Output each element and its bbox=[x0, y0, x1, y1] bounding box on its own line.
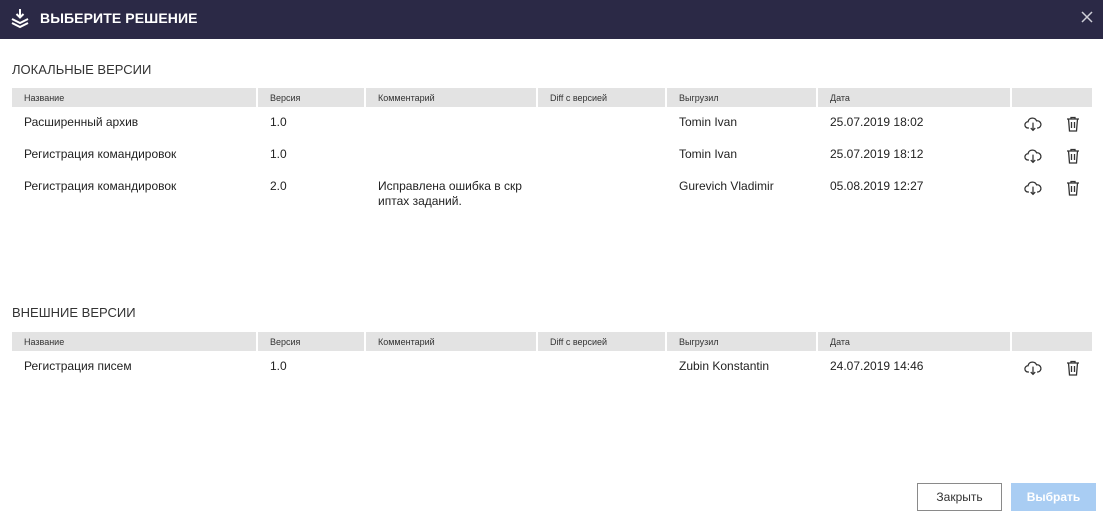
external-versions-table: Название Версия Комментарий Diff с верси… bbox=[12, 332, 1092, 383]
column-header-user[interactable]: Выгрузил bbox=[667, 88, 816, 107]
column-header-date[interactable]: Дата bbox=[818, 88, 1010, 107]
cell-diff bbox=[538, 351, 665, 383]
column-header-version[interactable]: Версия bbox=[258, 332, 364, 351]
cell-version: 1.0 bbox=[270, 115, 287, 129]
row-actions bbox=[1012, 351, 1092, 383]
column-header-diff[interactable]: Diff с версией bbox=[538, 88, 665, 107]
cell-comment bbox=[366, 107, 536, 139]
row-actions bbox=[1012, 139, 1092, 171]
table-header: Название Версия Комментарий Diff с верси… bbox=[12, 332, 1092, 351]
table-row[interactable]: Расширенный архив 1.0 Tomin Ivan 25.07.2… bbox=[12, 107, 1092, 139]
cell-user: Gurevich Vladimir bbox=[679, 179, 774, 193]
cell-user: Zubin Konstantin bbox=[679, 359, 770, 373]
cell-name: Регистрация командировок bbox=[24, 179, 177, 193]
local-versions-title: ЛОКАЛЬНЫЕ ВЕРСИИ bbox=[12, 62, 152, 77]
table-row[interactable]: Регистрация командировок 1.0 Tomin Ivan … bbox=[12, 139, 1092, 171]
table-header: Название Версия Комментарий Diff с верси… bbox=[12, 88, 1092, 107]
select-button[interactable]: Выбрать bbox=[1011, 483, 1096, 511]
cell-diff bbox=[538, 107, 665, 139]
table-row[interactable]: Регистрация писем 1.0 Zubin Konstantin 2… bbox=[12, 351, 1092, 383]
cell-name: Регистрация командировок bbox=[24, 147, 177, 161]
cloud-download-icon[interactable] bbox=[1024, 115, 1042, 133]
column-header-date[interactable]: Дата bbox=[818, 332, 1010, 351]
dialog-titlebar: ВЫБЕРИТЕ РЕШЕНИЕ bbox=[0, 0, 1103, 39]
column-header-comment[interactable]: Комментарий bbox=[366, 88, 536, 107]
trash-icon[interactable] bbox=[1064, 179, 1082, 197]
cell-comment bbox=[366, 139, 536, 171]
column-header-comment[interactable]: Комментарий bbox=[366, 332, 536, 351]
cell-user: Tomin Ivan bbox=[679, 115, 738, 129]
column-header-diff[interactable]: Diff с версией bbox=[538, 332, 665, 351]
column-header-actions bbox=[1012, 332, 1092, 351]
close-button[interactable]: Закрыть bbox=[917, 483, 1002, 511]
cell-date: 25.07.2019 18:12 bbox=[830, 147, 924, 161]
cell-version: 1.0 bbox=[270, 359, 287, 373]
external-versions-title: ВНЕШНИЕ ВЕРСИИ bbox=[12, 305, 136, 320]
cell-date: 24.07.2019 14:46 bbox=[830, 359, 924, 373]
trash-icon[interactable] bbox=[1064, 147, 1082, 165]
cell-comment bbox=[366, 351, 536, 383]
cell-diff bbox=[538, 139, 665, 171]
cell-comment: Исправлена ошибка в скр иптах заданий. bbox=[378, 179, 522, 208]
column-header-version[interactable]: Версия bbox=[258, 88, 364, 107]
cell-version: 1.0 bbox=[270, 147, 287, 161]
column-header-name[interactable]: Название bbox=[12, 332, 256, 351]
trash-icon[interactable] bbox=[1064, 115, 1082, 133]
row-actions bbox=[1012, 107, 1092, 139]
download-stack-icon bbox=[11, 9, 29, 29]
cloud-download-icon[interactable] bbox=[1024, 179, 1042, 197]
trash-icon[interactable] bbox=[1064, 359, 1082, 377]
cell-date: 05.08.2019 12:27 bbox=[830, 179, 924, 193]
local-versions-table: Название Версия Комментарий Diff с верси… bbox=[12, 88, 1092, 215]
column-header-user[interactable]: Выгрузил bbox=[667, 332, 816, 351]
column-header-name[interactable]: Название bbox=[12, 88, 256, 107]
cell-user: Tomin Ivan bbox=[679, 147, 738, 161]
row-actions bbox=[1012, 171, 1092, 215]
cloud-download-icon[interactable] bbox=[1024, 359, 1042, 377]
cloud-download-icon[interactable] bbox=[1024, 147, 1042, 165]
cell-date: 25.07.2019 18:02 bbox=[830, 115, 924, 129]
cell-name: Расширенный архив bbox=[24, 115, 139, 129]
table-row[interactable]: Регистрация командировок 2.0 Исправлена … bbox=[12, 171, 1092, 215]
dialog-title: ВЫБЕРИТЕ РЕШЕНИЕ bbox=[40, 10, 198, 26]
cell-diff bbox=[538, 171, 665, 215]
column-header-actions bbox=[1012, 88, 1092, 107]
close-icon[interactable] bbox=[1079, 9, 1095, 25]
cell-name: Регистрация писем bbox=[24, 359, 132, 373]
cell-version: 2.0 bbox=[270, 179, 287, 193]
